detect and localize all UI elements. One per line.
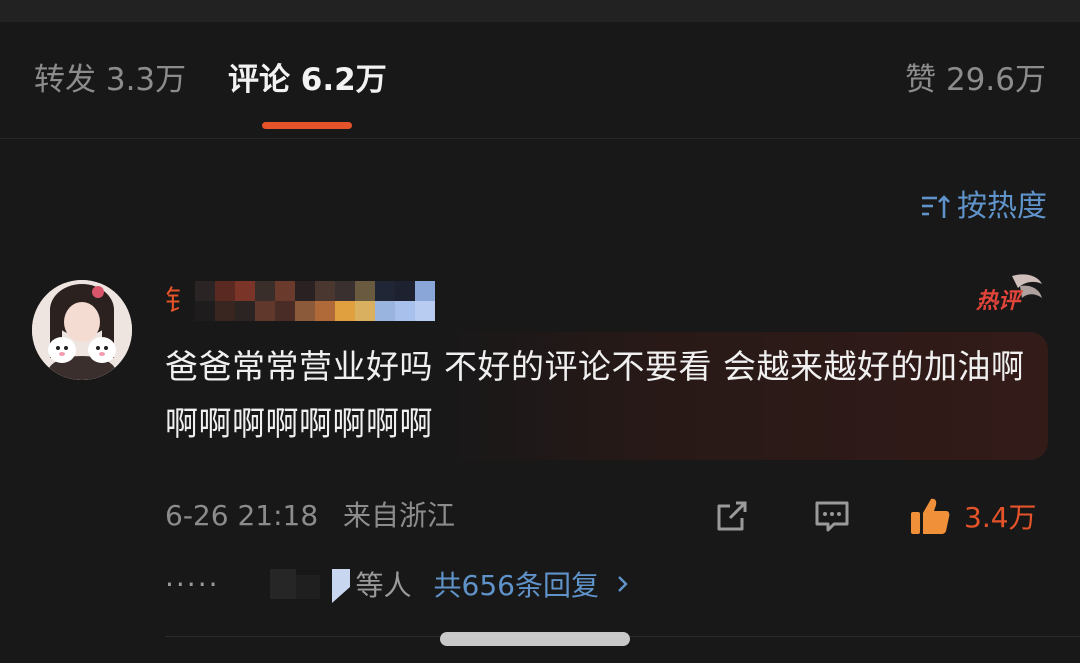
next-comment-blurred bbox=[440, 632, 630, 646]
replies-summary[interactable]: ····· 等人 共656条回复 bbox=[165, 562, 631, 606]
tabs-bar: 转发 3.3万 评论 6.2万 赞 29.6万 bbox=[0, 22, 1080, 139]
ellipsis: ····· bbox=[165, 567, 220, 601]
reply-button[interactable] bbox=[812, 494, 852, 538]
share-icon bbox=[717, 501, 747, 531]
username-pixelated bbox=[195, 281, 436, 321]
reply-count-link[interactable]: 共656条回复 bbox=[434, 564, 599, 604]
comment-location: 来自浙江 bbox=[343, 499, 456, 532]
sort-toggle[interactable]: 按热度 bbox=[919, 188, 1047, 226]
active-tab-indicator bbox=[262, 122, 352, 129]
comment-date: 6-26 21:18 bbox=[165, 499, 319, 532]
avatar[interactable] bbox=[32, 280, 132, 380]
comment-meta: 6-26 21:18 来自浙江 bbox=[165, 496, 455, 536]
username-visible-char: 钅 bbox=[165, 284, 194, 317]
comment-text: 爸爸常常营业好吗 不好的评论不要看 会越来越好的加油啊啊啊啊啊啊啊啊啊 bbox=[165, 347, 1025, 443]
comment-icon bbox=[815, 501, 849, 532]
hot-badge-label: 热评 bbox=[975, 289, 1024, 314]
status-strip bbox=[0, 0, 1080, 22]
like-button[interactable]: 3.4万 bbox=[908, 494, 1037, 538]
hot-comment-badge: 热评 bbox=[975, 274, 1042, 314]
share-button[interactable] bbox=[712, 494, 752, 538]
chevron-right-icon bbox=[618, 576, 628, 592]
thumbs-up-icon bbox=[911, 498, 950, 534]
sort-label: 按热度 bbox=[957, 189, 1047, 224]
username[interactable]: 钅 bbox=[165, 278, 436, 324]
like-count: 3.4万 bbox=[964, 501, 1037, 534]
tab-comments[interactable]: 评论 6.2万 bbox=[228, 60, 387, 100]
reply-person-label: 等人 bbox=[355, 569, 412, 602]
reply-avatars-blurred bbox=[269, 569, 350, 603]
avatar-image bbox=[32, 280, 132, 380]
sort-icon bbox=[922, 195, 950, 218]
tab-likes[interactable]: 赞 29.6万 bbox=[905, 60, 1046, 100]
tab-reposts[interactable]: 转发 3.3万 bbox=[34, 60, 186, 100]
